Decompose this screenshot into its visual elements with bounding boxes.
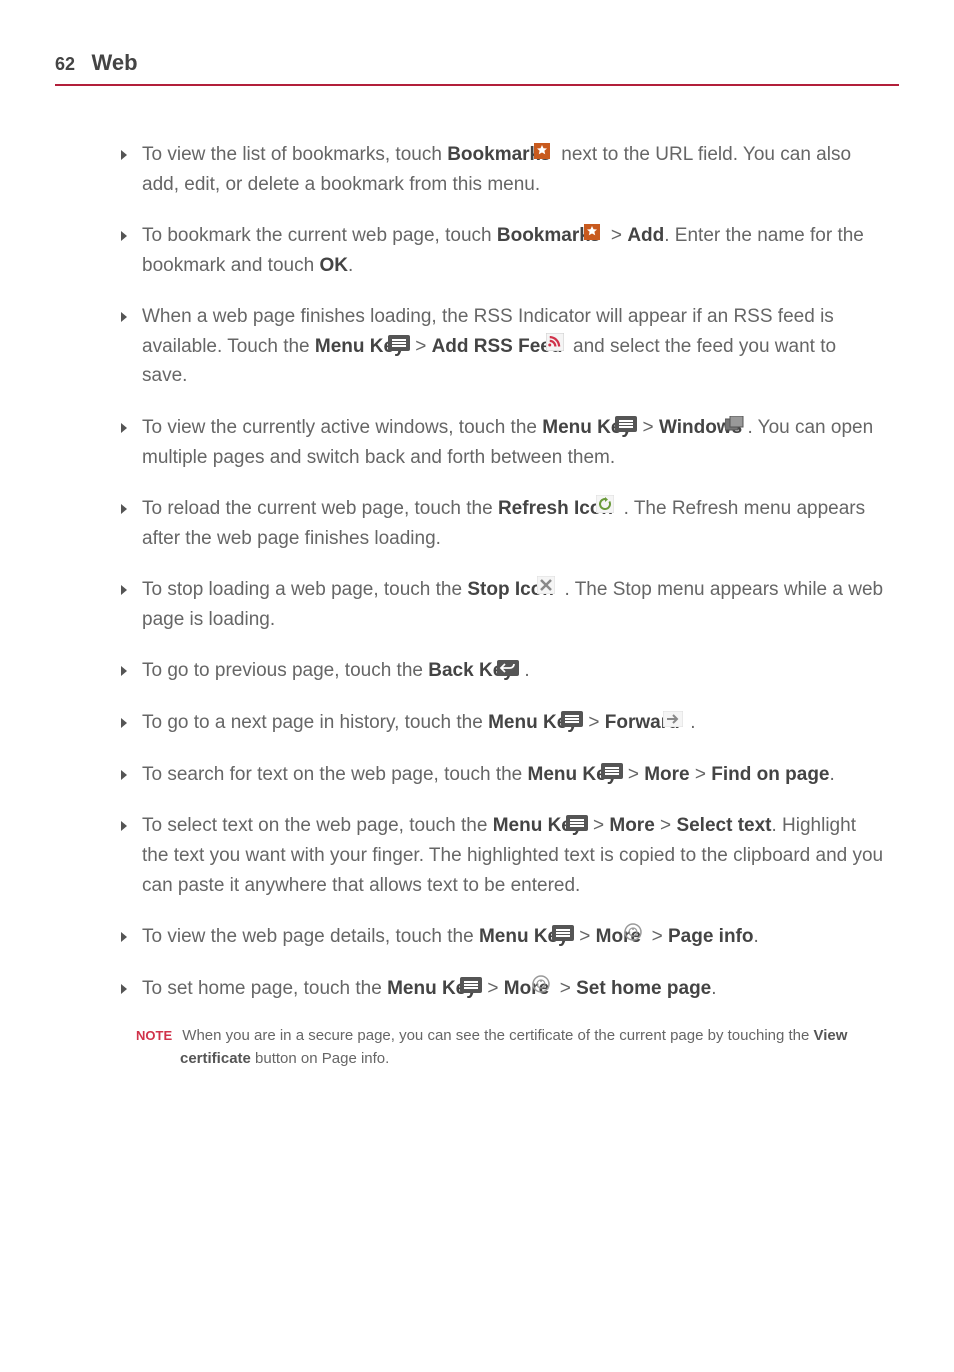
text-span: > — [606, 225, 628, 246]
list-item: To view the web page details, touch the … — [120, 922, 884, 952]
bold-text: Select text — [676, 815, 771, 836]
text-span: . — [753, 926, 758, 947]
list-item: To set home page, touch the Menu Key > M… — [120, 974, 884, 1004]
note-text-after: button on Page info. — [251, 1050, 389, 1067]
page-number: 62 — [55, 54, 75, 75]
list-item: To view the list of bookmarks, touch Boo… — [120, 140, 884, 199]
text-span: To bookmark the current web page, touch — [142, 225, 497, 246]
text-span: > — [588, 815, 610, 836]
text-span: . — [519, 660, 530, 681]
text-span: > — [583, 712, 605, 733]
bullet-icon — [120, 760, 142, 789]
text-span: To select text on the web page, touch th… — [142, 815, 493, 836]
text-span: > — [646, 926, 668, 947]
bullet-icon — [120, 656, 142, 685]
text-span: To reload the current web page, touch th… — [142, 498, 498, 519]
text-span: > — [637, 417, 659, 438]
bullet-icon — [120, 140, 142, 169]
text-span: To view the web page details, touch the — [142, 926, 479, 947]
text-span: To view the currently active windows, to… — [142, 417, 542, 438]
bold-text: Page info — [668, 926, 754, 947]
bullet-icon — [120, 221, 142, 250]
text-span: . — [711, 978, 716, 999]
bold-text: More — [609, 815, 654, 836]
text-span: . — [348, 255, 353, 276]
text-span: To view the list of bookmarks, touch — [142, 144, 447, 165]
text-span: To stop loading a web page, touch the — [142, 579, 467, 600]
bold-text: Add RSS Feed — [432, 336, 563, 357]
bullet-icon — [120, 575, 142, 604]
list-item: To reload the current web page, touch th… — [120, 494, 884, 553]
list-item: To view the currently active windows, to… — [120, 413, 884, 472]
list-item: To go to a next page in history, touch t… — [120, 708, 884, 738]
bullet-icon — [120, 708, 142, 737]
bullet-icon — [120, 811, 142, 840]
text-span: > — [410, 336, 432, 357]
bullet-icon — [120, 922, 142, 951]
list-item: To stop loading a web page, touch the St… — [120, 575, 884, 634]
bold-text: Add — [627, 225, 664, 246]
list-item: To bookmark the current web page, touch … — [120, 221, 884, 280]
bullet-icon — [120, 974, 142, 1003]
bold-text: More — [644, 764, 689, 785]
text-span: To set home page, touch the — [142, 978, 387, 999]
text-span: > — [482, 978, 504, 999]
text-span: . — [685, 712, 696, 733]
text-span: . — [830, 764, 835, 785]
bold-text: Set home page — [576, 978, 711, 999]
list-item: To go to previous page, touch the Back K… — [120, 656, 884, 686]
text-span: To search for text on the web page, touc… — [142, 764, 528, 785]
content-area: To view the list of bookmarks, touch Boo… — [120, 140, 884, 1070]
bullet-icon — [120, 494, 142, 523]
note-label: NOTE — [136, 1028, 172, 1043]
bullet-icon — [120, 302, 142, 331]
text-span: > — [690, 764, 712, 785]
text-span: > — [554, 978, 576, 999]
bullet-icon — [120, 413, 142, 442]
list-item: To search for text on the web page, touc… — [120, 760, 884, 790]
list-item: When a web page finishes loading, the RS… — [120, 302, 884, 391]
text-span: > — [574, 926, 596, 947]
bold-text: Find on page — [711, 764, 829, 785]
page-header: 62 Web — [55, 50, 899, 86]
list-item: To select text on the web page, touch th… — [120, 811, 884, 900]
bold-text: OK — [319, 255, 348, 276]
text-span: To go to a next page in history, touch t… — [142, 712, 488, 733]
note-block: NOTE When you are in a secure page, you … — [120, 1025, 884, 1070]
text-span: > — [655, 815, 677, 836]
note-text-before: When you are in a secure page, you can s… — [182, 1027, 813, 1044]
text-span: To go to previous page, touch the — [142, 660, 428, 681]
page-title: Web — [91, 50, 137, 75]
text-span: > — [623, 764, 645, 785]
